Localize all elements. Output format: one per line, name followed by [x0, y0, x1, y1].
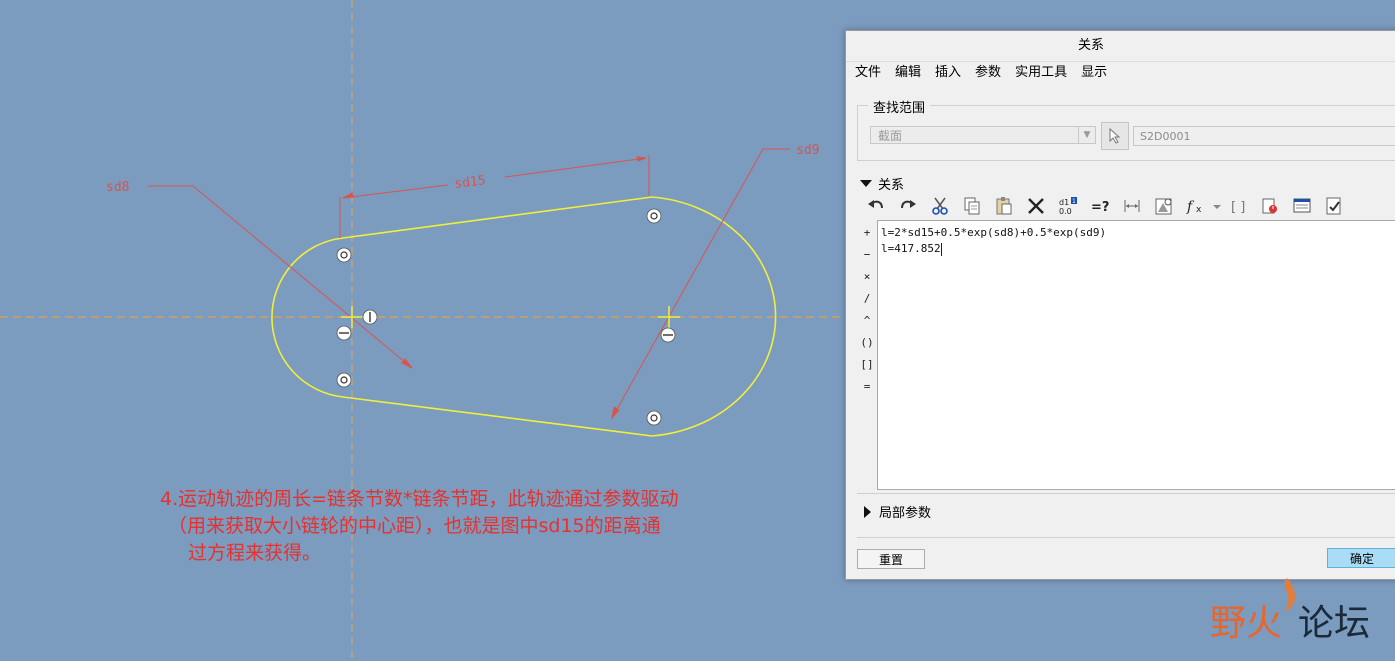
divider [857, 493, 1395, 494]
chevron-down-icon[interactable]: ▼ [1078, 127, 1095, 143]
svg-text:[ ]: [ ] [1231, 200, 1245, 215]
paste-button[interactable] [988, 194, 1020, 218]
menu-utilities[interactable]: 实用工具 [1008, 62, 1074, 84]
operator-divide[interactable]: / [859, 288, 875, 310]
dialog-title: 关系 [846, 31, 1395, 62]
reset-button[interactable]: 重置 [857, 549, 925, 569]
svg-text:0.0: 0.0 [1059, 207, 1072, 216]
local-params-label: 局部参数 [879, 506, 932, 521]
menu-bar: 文件 编辑 插入 参数 实用工具 显示 [846, 62, 1395, 84]
undo-button[interactable] [860, 194, 892, 218]
operator-brackets[interactable]: [] [859, 354, 875, 376]
evaluate-icon: =? [1091, 200, 1109, 215]
menu-parameters[interactable]: 参数 [968, 62, 1008, 84]
verify-icon [1155, 198, 1172, 215]
svg-text:=?: =? [1091, 200, 1109, 215]
selected-item-field[interactable]: S2D0001 [1133, 126, 1395, 146]
function-menu-button[interactable] [1212, 194, 1222, 218]
watermark-logo: 野火 论坛 [1210, 578, 1395, 658]
relations-editor[interactable]: l=2*sd15+0.5*exp(sd8)+0.5*exp(sd9) l=417… [877, 220, 1395, 490]
scope-value: 截面 [878, 129, 903, 143]
display-button[interactable] [1286, 194, 1318, 218]
large-center-mark [658, 306, 680, 328]
sort-button[interactable]: d1 0.0 1 [1052, 194, 1084, 218]
annotation-note: 4.运动轨迹的周长=链条节数*链条节距，此轨迹通过参数驱动 （用来获取大小链轮的… [160, 486, 760, 567]
expand-triangle-icon [864, 505, 871, 518]
cut-button[interactable] [924, 194, 956, 218]
dimension-label-sd15: sd15 [454, 173, 487, 192]
local-params-header[interactable]: 局部参数 [864, 502, 931, 521]
select-pointer-button[interactable] [1101, 122, 1129, 150]
relations-section-header[interactable]: 关系 [860, 174, 904, 193]
cut-icon [932, 197, 948, 215]
operator-plus[interactable]: + [859, 222, 875, 244]
operator-equals[interactable]: = [859, 376, 875, 398]
relations-dialog: 关系 文件 编辑 插入 参数 实用工具 显示 查找范围 截面 ▼ S2D0001… [845, 30, 1395, 580]
collapse-triangle-icon [860, 180, 872, 187]
vertical-constraint-icon [362, 309, 378, 325]
bracket-icon: [ ] [1231, 200, 1245, 215]
check-icon [1326, 197, 1341, 215]
operator-multiply[interactable]: × [859, 266, 875, 288]
search-scope-group: 查找范围 截面 ▼ S2D0001 [857, 97, 1395, 161]
search-group-label: 查找范围 [868, 97, 931, 116]
svg-text:f: f [1186, 199, 1195, 215]
menu-file[interactable]: 文件 [848, 62, 888, 84]
horizontal-constraint-icon [336, 325, 676, 343]
units-button[interactable] [1254, 194, 1286, 218]
pointer-icon [1109, 128, 1121, 144]
operator-minus[interactable]: − [859, 244, 875, 266]
paste-icon [996, 197, 1012, 215]
bracket-button[interactable]: [ ] [1222, 194, 1254, 218]
relations-label: 关系 [878, 178, 905, 193]
chevron-down-icon [1213, 205, 1221, 209]
note-line-2: （用来获取大小链轮的中心距），也就是图中sd15的距离通 [168, 515, 661, 537]
svg-text:1: 1 [1072, 198, 1076, 205]
ok-button[interactable]: 确定 [1327, 548, 1395, 568]
display-icon [1293, 198, 1311, 213]
verify-button[interactable] [1148, 194, 1180, 218]
operator-parentheses[interactable]: () [859, 332, 875, 354]
dimension-sd8 [148, 185, 413, 369]
dimension-label-sd8: sd8 [106, 180, 129, 195]
redo-button[interactable] [892, 194, 924, 218]
menu-edit[interactable]: 编辑 [888, 62, 928, 84]
watermark-text-1: 野火 [1210, 603, 1283, 644]
dimension-sd9 [611, 148, 790, 420]
dimension-label-sd9: sd9 [796, 143, 819, 158]
sort-icon: d10.01 [1059, 197, 1077, 216]
operator-column: + − × / ^ () [] = [859, 222, 875, 398]
copy-button[interactable] [956, 194, 988, 218]
function-button[interactable]: fx [1180, 194, 1212, 218]
check-button[interactable] [1318, 194, 1350, 218]
note-line-3: 过方程来获得。 [188, 542, 322, 564]
dimension-button[interactable] [1116, 194, 1148, 218]
delete-button[interactable] [1020, 194, 1052, 218]
dimension-icon [1124, 200, 1140, 212]
dimension-sd15 [339, 155, 650, 238]
redo-icon [901, 200, 916, 209]
evaluate-button[interactable]: =? [1084, 194, 1116, 218]
note-line-1: 4.运动轨迹的周长=链条节数*链条节距，此轨迹通过参数驱动 [160, 488, 679, 510]
svg-text:d1: d1 [1059, 198, 1069, 207]
menu-display[interactable]: 显示 [1074, 62, 1114, 84]
relations-toolbar: d1 0.0 1 =? fx [ ] [860, 194, 1350, 218]
undo-icon [868, 200, 883, 209]
units-icon [1262, 198, 1277, 214]
text-caret [940, 242, 942, 256]
relation-line-1[interactable]: l=2*sd15+0.5*exp(sd8)+0.5*exp(sd9) [881, 225, 1395, 241]
delete-icon [1028, 198, 1044, 214]
relation-line-2[interactable]: l=417.852 [881, 241, 1395, 257]
scope-dropdown[interactable]: 截面 ▼ [870, 126, 1096, 144]
divider [857, 537, 1395, 538]
menu-insert[interactable]: 插入 [928, 62, 968, 84]
copy-icon [964, 197, 980, 215]
operator-power[interactable]: ^ [859, 310, 875, 332]
svg-text:x: x [1196, 205, 1202, 215]
watermark-text-2: 论坛 [1298, 603, 1371, 644]
function-icon: fx [1186, 199, 1202, 215]
